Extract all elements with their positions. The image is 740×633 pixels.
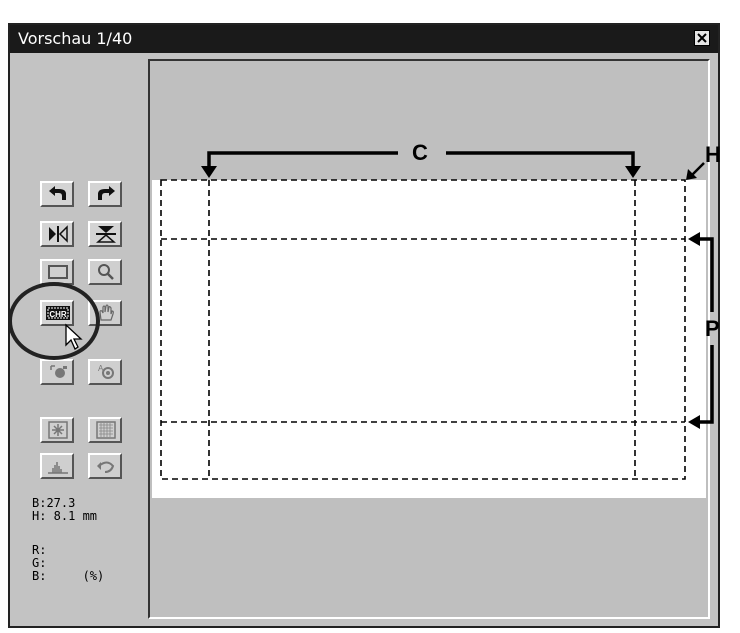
- c-arrow-right: [625, 166, 641, 178]
- p-bracket-top: [700, 237, 714, 312]
- callout-c: C: [412, 140, 428, 165]
- c-bracket-left: [207, 151, 398, 170]
- callout-p: P: [705, 316, 720, 341]
- callout-h: H: [705, 142, 721, 167]
- scan-frame-outline: [160, 179, 686, 480]
- p-arrow-bottom: [688, 415, 700, 429]
- p-arrow-top: [688, 232, 700, 246]
- annotation-overlay: [65, 151, 714, 480]
- highlight-circle: [8, 282, 100, 360]
- p-bracket-bottom: [700, 345, 714, 424]
- c-arrow-left: [201, 166, 217, 178]
- c-bracket-right: [446, 151, 635, 170]
